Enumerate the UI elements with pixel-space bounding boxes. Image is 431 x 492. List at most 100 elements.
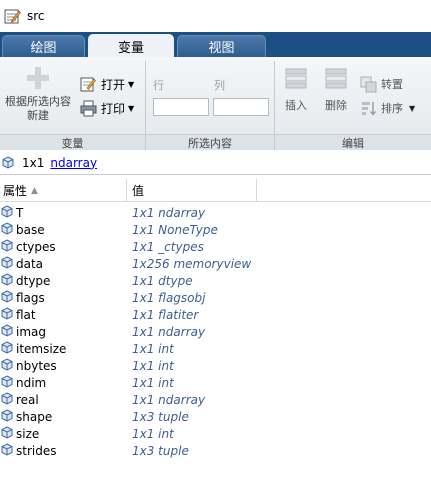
property-name: base: [16, 222, 45, 237]
property-value: 1x1 int: [132, 375, 174, 390]
open-button[interactable]: 打开 ▼: [80, 75, 134, 93]
tab-view[interactable]: 视图: [177, 35, 266, 57]
property-name: data: [16, 256, 44, 271]
table-row[interactable]: dtype 1x1 dtype: [0, 272, 431, 289]
col-selection-field[interactable]: [213, 98, 269, 116]
delete-button[interactable]: 删除: [320, 67, 352, 113]
property-name: itemsize: [16, 341, 67, 356]
tab-view-label: 视图: [208, 41, 235, 56]
table-row[interactable]: data 1x256 memoryview: [0, 255, 431, 272]
table-row[interactable]: T 1x1 ndarray: [0, 204, 431, 221]
property-value: 1x1 int: [132, 341, 174, 356]
table-row[interactable]: base 1x1 NoneType: [0, 221, 431, 238]
property-name: flat: [16, 307, 36, 322]
insert-rows-icon: [285, 68, 307, 89]
object-cube-icon: [1, 443, 13, 456]
property-value: 1x1 int: [132, 358, 174, 373]
ribbon-tab-strip: 绘图 变量 视图: [0, 32, 431, 58]
property-value: 1x1 dtype: [132, 273, 193, 288]
property-value: 1x1 NoneType: [132, 222, 218, 237]
object-cube-icon: [1, 290, 13, 303]
transpose-label: 转置: [381, 78, 403, 91]
object-cube-icon: [1, 239, 13, 252]
table-row[interactable]: imag 1x1 ndarray: [0, 323, 431, 340]
property-value: 1x1 int: [132, 426, 174, 441]
table-row[interactable]: ndim 1x1 int: [0, 374, 431, 391]
property-value: 1x3 tuple: [132, 409, 189, 424]
sort-button[interactable]: 排序 ▼: [360, 99, 415, 117]
open-edit-icon: [80, 77, 96, 91]
property-name: dtype: [16, 273, 51, 288]
print-dropdown-arrow-icon: ▼: [128, 103, 135, 113]
col-label: 列: [214, 79, 225, 92]
object-cube-icon: [1, 409, 13, 422]
property-name: strides: [16, 443, 57, 458]
tab-variable[interactable]: 变量: [88, 34, 174, 58]
table-row[interactable]: itemsize 1x1 int: [0, 340, 431, 357]
row-selection-field[interactable]: [153, 98, 209, 116]
table-row[interactable]: flat 1x1 flatiter: [0, 306, 431, 323]
property-name: shape: [16, 409, 53, 424]
object-cube-icon: [1, 273, 13, 286]
new-from-selection-label-2: 新建: [27, 109, 49, 122]
tab-variable-label: 变量: [117, 40, 144, 56]
property-value: 1x1 flatiter: [132, 307, 199, 322]
delete-label: 删除: [325, 99, 347, 112]
property-name: ctypes: [16, 239, 56, 254]
property-value: 1x256 memoryview: [132, 256, 252, 271]
property-column-label: 属性: [3, 184, 28, 198]
object-cube-icon: [1, 222, 13, 235]
table-row[interactable]: strides 1x3 tuple: [0, 442, 431, 459]
sort-dropdown-arrow-icon: ▼: [409, 103, 416, 113]
open-label: 打开: [101, 77, 126, 92]
new-from-selection-button[interactable]: 根据所选内容 新建: [4, 65, 72, 129]
object-cube-icon: [1, 358, 13, 371]
delete-rows-icon: [325, 68, 347, 89]
open-dropdown-arrow-icon: ▼: [128, 79, 135, 89]
group-selection-label: 所选内容: [146, 134, 274, 150]
table-header: 属性 ▲ 值: [0, 179, 431, 202]
sort-icon: [362, 101, 376, 116]
property-value: 1x1 ndarray: [132, 324, 206, 339]
group-edit-label: 编辑: [275, 134, 431, 150]
variable-editor-icon: [4, 9, 21, 23]
ribbon-panel: 根据所选内容 新建 打开 ▼ 打印 ▼ 变量 行 列 所选内容 插入 删除 转置…: [0, 57, 431, 150]
breadcrumb-size: 1x1: [22, 155, 45, 170]
new-from-selection-label-1: 根据所选内容: [5, 95, 71, 108]
object-cube-icon: [1, 307, 13, 320]
object-cube-icon: [1, 341, 13, 354]
property-name: T: [16, 205, 24, 220]
window-titlebar: src: [0, 0, 431, 32]
row-label: 行: [153, 79, 164, 92]
transpose-icon: [360, 76, 377, 92]
object-cube-icon: [1, 256, 13, 269]
sort-label: 排序: [381, 102, 403, 115]
property-value: 1x1 _ctypes: [132, 239, 204, 254]
print-button[interactable]: 打印 ▼: [80, 99, 134, 117]
property-name: size: [16, 426, 40, 441]
breadcrumb-type-link[interactable]: ndarray: [50, 156, 97, 170]
group-variable-label: 变量: [0, 134, 145, 150]
object-cube-icon: [1, 205, 13, 218]
object-cube-icon: [2, 156, 14, 169]
insert-button[interactable]: 插入: [280, 67, 312, 113]
value-column-header[interactable]: 值: [127, 179, 257, 202]
new-variable-icon: [27, 67, 49, 89]
property-column-header[interactable]: 属性 ▲: [0, 179, 127, 202]
transpose-button[interactable]: 转置: [360, 75, 403, 93]
window-title: src: [27, 9, 45, 23]
object-cube-icon: [1, 375, 13, 388]
table-row[interactable]: ctypes 1x1 _ctypes: [0, 238, 431, 255]
breadcrumb: 1x1 ndarray: [0, 151, 431, 175]
tab-plots[interactable]: 绘图: [2, 35, 85, 57]
insert-label: 插入: [285, 99, 307, 112]
object-cube-icon: [1, 426, 13, 439]
property-name: imag: [16, 324, 46, 339]
table-row[interactable]: size 1x1 int: [0, 425, 431, 442]
table-row[interactable]: nbytes 1x1 int: [0, 357, 431, 374]
table-row[interactable]: shape 1x3 tuple: [0, 408, 431, 425]
property-value: 1x1 ndarray: [132, 392, 206, 407]
table-row[interactable]: real 1x1 ndarray: [0, 391, 431, 408]
object-cube-icon: [1, 324, 13, 337]
table-row[interactable]: flags 1x1 flagsobj: [0, 289, 431, 306]
